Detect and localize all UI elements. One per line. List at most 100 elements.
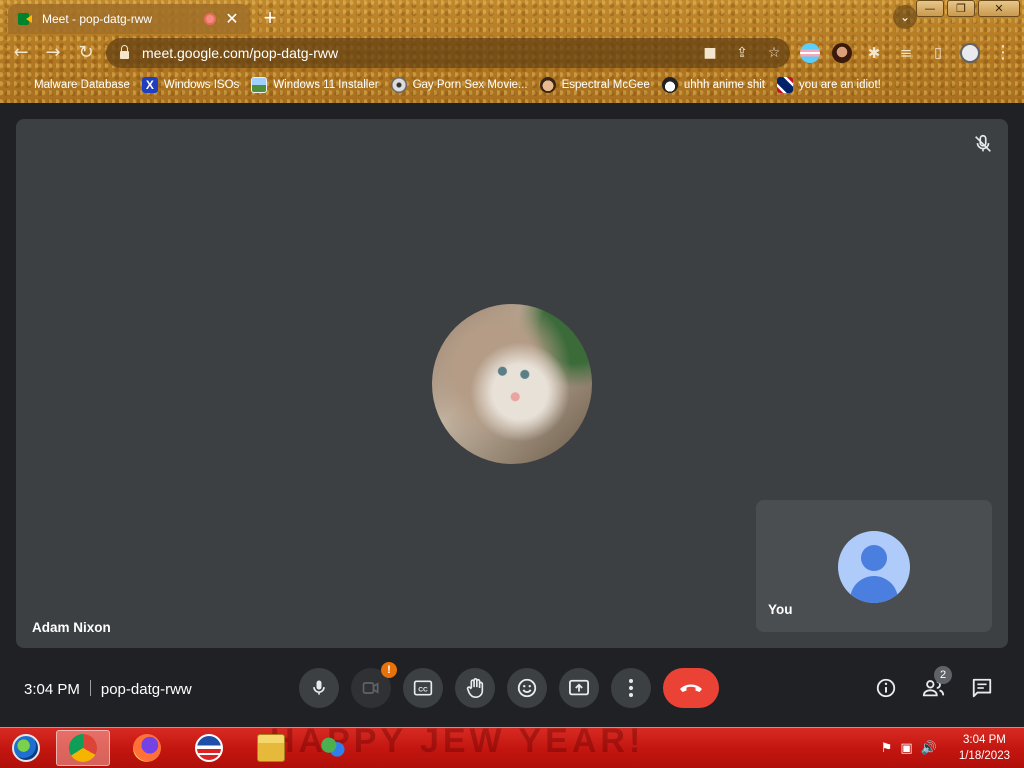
extensions-puzzle-icon[interactable]: ✱	[861, 40, 887, 66]
camera-button[interactable]: !	[351, 662, 397, 708]
url-text[interactable]: meet.google.com/pop-datg-rww	[142, 45, 694, 61]
self-avatar-icon	[838, 531, 910, 603]
bookmark-item[interactable]: uhhh anime shit	[661, 77, 765, 93]
minimize-button[interactable]: —	[916, 0, 944, 17]
present-screen-button[interactable]	[559, 668, 599, 708]
chat-button[interactable]	[962, 668, 1002, 708]
address-bar[interactable]: meet.google.com/pop-datg-rww ■ ⇪ ☆	[106, 38, 790, 68]
window-controls: — ❐ ✕	[916, 0, 1020, 17]
people-count-badge: 2	[934, 666, 952, 684]
hand-icon	[466, 678, 484, 698]
raise-hand-button[interactable]	[455, 668, 495, 708]
taskbar-clock[interactable]: 3:04 PM 1/18/2023	[959, 732, 1010, 764]
action-center-flag-icon[interactable]: ⚑	[881, 741, 893, 756]
forward-icon[interactable]: →	[40, 40, 66, 66]
share-icon[interactable]: ⇪	[726, 45, 758, 61]
participant-avatar-kitten	[432, 304, 592, 464]
back-icon[interactable]: ←	[8, 40, 34, 66]
clock-date: 1/18/2023	[958, 750, 1010, 762]
reactions-button[interactable]	[507, 668, 547, 708]
taskbar-obama-app[interactable]	[182, 730, 236, 766]
media-queue-icon[interactable]: ≡	[893, 40, 919, 66]
meet-favicon-icon	[18, 12, 34, 26]
bookmark-star-icon[interactable]: ☆	[758, 45, 790, 61]
image-icon	[251, 77, 268, 93]
meet-page: Adam Nixon You 3:04 PM pop-datg-rww ! CC…	[0, 103, 1024, 727]
anime-icon	[661, 77, 678, 93]
leave-call-button[interactable]	[663, 668, 719, 708]
captions-icon: CC	[413, 680, 433, 696]
hang-up-icon	[680, 684, 702, 692]
restore-button[interactable]: ❐	[947, 0, 975, 17]
messenger-icon	[319, 734, 347, 762]
meeting-code: pop-datg-rww	[100, 681, 192, 698]
bookmark-item[interactable]: X Windows ISOs	[141, 77, 239, 93]
network-icon[interactable]: ▣	[900, 741, 912, 756]
more-vert-icon	[629, 679, 633, 697]
divider	[89, 680, 91, 696]
tab-search-icon[interactable]: ⌄	[893, 5, 917, 29]
camera-indicator-icon[interactable]: ■	[694, 45, 726, 61]
tab-title: Meet - pop-datg-rww	[42, 12, 153, 26]
bookmark-item[interactable]: Espectral McGee	[539, 77, 650, 93]
chrome-menu-icon[interactable]: ⋮	[990, 40, 1016, 66]
microphone-button[interactable]	[299, 668, 339, 708]
participant-name: Adam Nixon	[32, 620, 111, 635]
face-icon	[539, 77, 556, 93]
people-button[interactable]: 2	[914, 666, 954, 708]
start-orb-icon	[12, 734, 40, 762]
more-options-button[interactable]	[611, 668, 651, 708]
firefox-icon	[133, 734, 161, 762]
meeting-info: 3:04 PM pop-datg-rww	[24, 680, 192, 698]
microphone-icon	[313, 680, 325, 695]
taskbar-chrome[interactable]	[56, 730, 110, 766]
browser-toolbar: ← → ↻ meet.google.com/pop-datg-rww ■ ⇪ ☆…	[0, 38, 1024, 68]
captions-button[interactable]: CC	[403, 668, 443, 708]
meeting-details-button[interactable]	[866, 668, 906, 708]
folder-icon	[257, 734, 285, 762]
new-tab-button[interactable]: +	[258, 5, 282, 31]
taskbar-firefox[interactable]	[120, 730, 174, 766]
side-panel-icon[interactable]: ▯	[925, 40, 951, 66]
browser-chrome: Meet - pop-datg-rww ✕ + ⌄ — ❐ ✕ ← → ↻ me…	[0, 0, 1024, 103]
bookmark-item[interactable]: Windows 11 Installer	[251, 77, 379, 93]
bookmark-item[interactable]: Malware Database	[14, 77, 130, 93]
cd-icon	[390, 77, 407, 93]
lock-icon	[120, 45, 129, 59]
browser-tab[interactable]: Meet - pop-datg-rww ✕	[8, 4, 250, 34]
chrome-icon	[69, 734, 97, 762]
tab-close-icon[interactable]: ✕	[224, 9, 240, 29]
close-window-button[interactable]: ✕	[978, 0, 1020, 17]
self-label: You	[768, 602, 793, 617]
profile-extension-icon[interactable]	[832, 43, 852, 63]
volume-icon[interactable]: 🔊	[921, 741, 937, 756]
recording-indicator-icon	[204, 13, 216, 25]
info-icon	[876, 678, 896, 698]
bookmark-item[interactable]: you are an idiot!	[777, 77, 881, 93]
clock-time: 3:04 PM	[963, 734, 1006, 746]
bookmark-item[interactable]: Gay Porn Sex Movie...	[390, 77, 528, 93]
flag-icon	[777, 77, 794, 93]
obama-logo-icon	[195, 734, 223, 762]
self-video-tile[interactable]: You	[756, 500, 992, 632]
start-button[interactable]	[2, 730, 50, 766]
profile-avatar-icon[interactable]	[960, 43, 980, 63]
meeting-controls-bar: 3:04 PM pop-datg-rww ! CC 2	[0, 648, 1024, 727]
system-tray: ⚑ ▣ 🔊 3:04 PM 1/18/2023	[881, 732, 1010, 764]
main-video-tile[interactable]: Adam Nixon You	[16, 119, 1008, 648]
taskbar-file-explorer[interactable]	[244, 730, 298, 766]
pride-flag-extension-icon[interactable]	[800, 43, 820, 63]
x-logo-icon: X	[141, 77, 158, 93]
svg-text:CC: CC	[418, 686, 428, 693]
bookmarks-bar: Malware Database X Windows ISOs Windows …	[0, 74, 1024, 96]
chat-icon	[972, 678, 992, 698]
emoji-icon	[517, 678, 537, 698]
meeting-time: 3:04 PM	[24, 681, 80, 698]
camera-icon	[362, 682, 379, 694]
reload-icon[interactable]: ↻	[73, 40, 99, 66]
warning-icon	[14, 77, 28, 93]
windows-taskbar: HAPPY JEW YEAR! ⚑ ▣ 🔊 3:04 PM 1/18/2023	[0, 722, 1024, 768]
present-icon	[569, 679, 589, 696]
taskbar-messenger[interactable]	[306, 730, 360, 766]
camera-warning-badge: !	[381, 662, 397, 678]
